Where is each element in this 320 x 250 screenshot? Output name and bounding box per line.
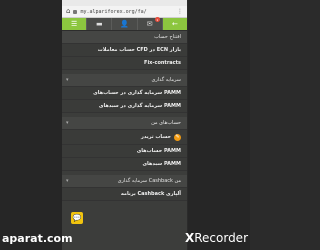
watermark-prefix: X bbox=[184, 231, 195, 245]
mail-icon: ✉ bbox=[146, 20, 153, 28]
chevron-down-icon: ▾ bbox=[66, 120, 69, 126]
browser-url-bar[interactable]: ⌂ my.alpariforex.org/fa/ ⋮ bbox=[62, 6, 187, 18]
menu-item-pamm-accounts-invest[interactable]: سرمایه گذاری در حساب‌های PAMM bbox=[62, 87, 187, 100]
menu-section-investment[interactable]: ▾ سرمایه گذاری bbox=[62, 74, 187, 87]
hamburger-icon: ☰ bbox=[70, 20, 78, 28]
chevron-down-icon: ▾ bbox=[66, 77, 69, 83]
chat-button[interactable]: 💬 bbox=[71, 212, 83, 224]
left-letterbox bbox=[0, 0, 62, 250]
user-icon: 👤 bbox=[120, 20, 129, 28]
aparat-watermark: aparat.com bbox=[2, 232, 73, 245]
card-button[interactable]: ▬ bbox=[87, 18, 113, 30]
url-text[interactable]: my.alpariforex.org/fa/ bbox=[80, 9, 174, 15]
profile-button[interactable]: 👤 bbox=[112, 18, 138, 30]
mail-count-badge: 1 bbox=[154, 17, 160, 22]
menu-item-cashback-program[interactable]: برنامه Cashback آلپاری bbox=[62, 188, 187, 201]
item-label: سرمایه گذاری در سبدهای PAMM bbox=[98, 103, 181, 109]
menu-item-pamm-account[interactable]: حساب‌های PAMM bbox=[62, 145, 187, 158]
menu-item-pamm-portfolio-invest[interactable]: سرمایه گذاری در سبدهای PAMM bbox=[62, 100, 187, 113]
item-label: سبدهای PAMM bbox=[142, 161, 181, 167]
watermark-suffix: Recorder bbox=[194, 231, 248, 245]
item-label: سرمایه گذاری در حساب‌های PAMM bbox=[93, 90, 181, 96]
lock-icon bbox=[73, 9, 78, 14]
item-label: حساب معاملات CFD در ECN بازار bbox=[97, 47, 181, 53]
chat-bubble-icon: 💬 bbox=[72, 214, 82, 222]
section-label: سرمایه گذاری bbox=[151, 77, 181, 83]
right-letterbox bbox=[188, 0, 250, 250]
messages-button[interactable]: ✉ 1 bbox=[138, 17, 163, 30]
menu-section-my-accounts[interactable]: ▾ حساب‌های من bbox=[62, 117, 187, 130]
menu-item-trader-account[interactable]: حساب تریدر ✎ bbox=[62, 130, 187, 145]
menu-section-cashback[interactable]: ▾ سرمایه گذاری Cashback من bbox=[62, 175, 187, 188]
edit-pencil-icon[interactable]: ✎ bbox=[174, 133, 181, 141]
back-arrow-icon: ← bbox=[171, 20, 178, 28]
item-label: حساب‌های PAMM bbox=[136, 148, 181, 154]
hamburger-menu-button[interactable]: ☰ bbox=[62, 18, 88, 30]
home-icon[interactable]: ⌂ bbox=[66, 8, 70, 15]
menu-item-pamm-portfolios[interactable]: سبدهای PAMM bbox=[62, 158, 187, 171]
section-label: افتتاح حساب bbox=[154, 34, 181, 40]
item-label: Fix-contracts bbox=[144, 60, 181, 66]
browser-menu-icon[interactable]: ⋮ bbox=[177, 8, 183, 15]
item-label: برنامه Cashback آلپاری bbox=[120, 191, 181, 197]
section-label: حساب‌های من bbox=[151, 120, 181, 126]
item-label: حساب تریدر bbox=[141, 134, 171, 140]
card-icon: ▬ bbox=[95, 20, 103, 28]
xrecorder-watermark: XRecorder bbox=[185, 231, 248, 245]
menu-section-open-account[interactable]: افتتاح حساب bbox=[62, 31, 187, 44]
menu-item-cfd-account[interactable]: حساب معاملات CFD در ECN بازار bbox=[62, 44, 187, 57]
back-button[interactable]: ← bbox=[162, 18, 187, 30]
phone-screen: ⌂ my.alpariforex.org/fa/ ⋮ ☰ ▬ 👤 ✉ 1 ← ا… bbox=[62, 0, 187, 250]
section-label: سرمایه گذاری Cashback من bbox=[117, 178, 181, 184]
menu-item-fix-contracts[interactable]: Fix-contracts bbox=[62, 57, 187, 70]
site-nav-bar: ☰ ▬ 👤 ✉ 1 ← bbox=[62, 17, 187, 31]
chevron-down-icon: ▾ bbox=[66, 178, 69, 184]
